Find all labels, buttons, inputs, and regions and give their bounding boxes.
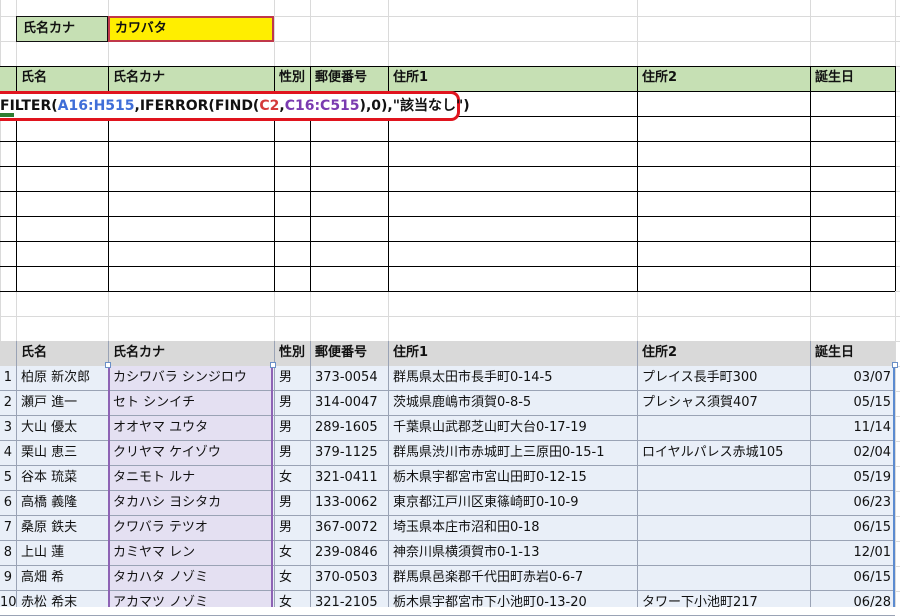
formula-editor[interactable]: FILTER(A16:H515,IFERROR(FIND(C2,C16:C515… <box>0 91 470 121</box>
result-border-h <box>0 291 895 292</box>
result-header-cell: 氏名カナ <box>113 70 166 85</box>
data-range-highlight <box>0 366 895 607</box>
result-border-h <box>0 266 895 267</box>
result-header-cell: 性別 <box>279 70 306 85</box>
result-border-h <box>0 191 895 192</box>
result-header-cell: 住所2 <box>642 70 678 85</box>
formula-token: C2 <box>259 98 280 114</box>
formula-token: FILTER( <box>0 98 58 114</box>
data-header-cell: 住所1 <box>393 345 429 360</box>
range-handle-kana-left[interactable] <box>105 362 111 368</box>
data-header-cell: 住所2 <box>642 345 678 360</box>
result-border-h <box>0 141 895 142</box>
result-border-v <box>810 66 811 291</box>
result-border-h <box>0 166 895 167</box>
data-header-cell: 氏名カナ <box>113 345 166 360</box>
result-border-v <box>895 66 896 291</box>
result-header-cell: 住所1 <box>393 70 429 85</box>
search-input[interactable]: カワバタ <box>108 16 274 42</box>
result-border-h <box>0 241 895 242</box>
result-header-cell: 郵便番号 <box>315 70 368 85</box>
formula-token: ),0),"該当なし") <box>359 98 470 114</box>
range-handle-kana-right[interactable] <box>270 362 276 368</box>
formula-token: A16:H515 <box>57 98 135 114</box>
cell-cursor-marker <box>0 113 14 117</box>
range-handle-data-right[interactable] <box>892 362 898 368</box>
gridline-horizontal <box>0 316 900 317</box>
result-header-cell: 誕生日 <box>815 70 855 85</box>
data-header-cell: 郵便番号 <box>315 345 368 360</box>
data-header-cell: 誕生日 <box>815 345 855 360</box>
search-label: 氏名カナ <box>16 16 108 42</box>
result-border-h <box>0 66 895 67</box>
result-border-v <box>637 66 638 291</box>
formula-token: C16:C515 <box>284 98 360 114</box>
data-header-cell: 氏名 <box>21 345 48 360</box>
formula-token: ,IFERROR(FIND( <box>134 98 260 114</box>
result-header-cell: 氏名 <box>21 70 48 85</box>
result-border-h <box>0 216 895 217</box>
data-header-cell: 性別 <box>279 345 306 360</box>
